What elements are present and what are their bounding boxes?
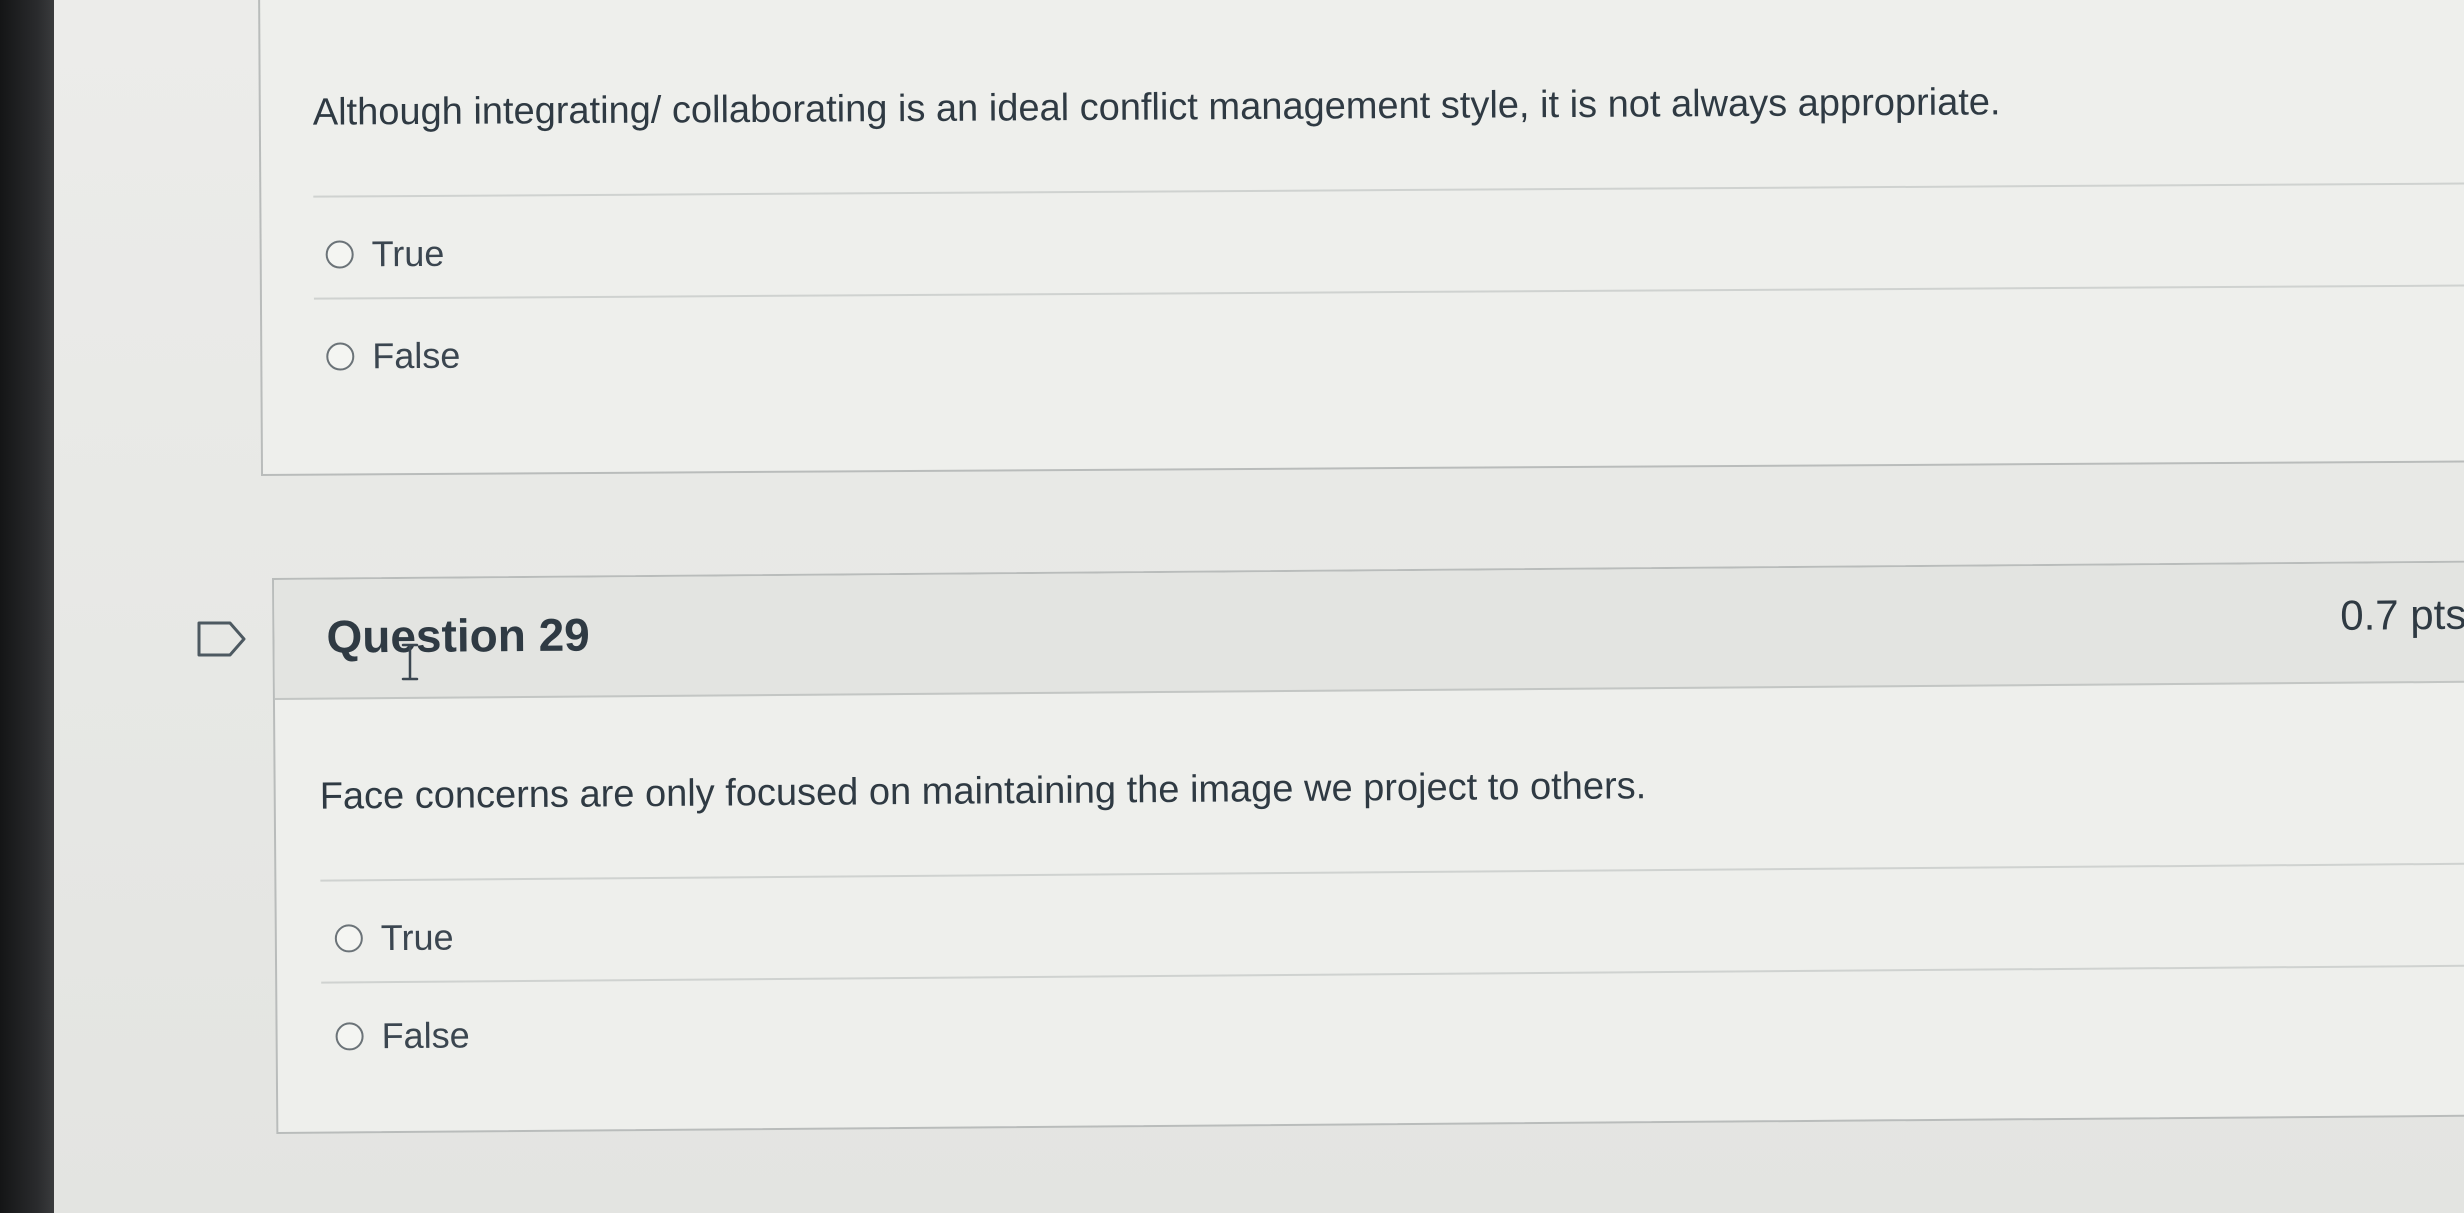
divider: [313, 182, 2464, 198]
question-header: Question 29 0.7 pts: [274, 562, 2464, 700]
answer-option-false[interactable]: False: [326, 335, 460, 378]
question-title: Question 29: [326, 608, 590, 663]
divider: [320, 862, 2464, 882]
divider: [313, 284, 2464, 300]
radio-button-icon[interactable]: [335, 1022, 364, 1051]
answer-label: False: [381, 1014, 470, 1057]
question-card-previous: Although integrating/ collaborating is a…: [258, 0, 2464, 476]
text-cursor-icon: [401, 643, 419, 681]
answer-option-true[interactable]: True: [334, 916, 454, 960]
question-text: Face concerns are only focused on mainta…: [319, 765, 1647, 818]
answer-label: True: [380, 916, 454, 959]
question-points: 0.7 pts: [2340, 590, 2464, 639]
radio-button-icon[interactable]: [326, 342, 355, 371]
radio-button-icon[interactable]: [334, 924, 363, 953]
divider: [321, 964, 2464, 984]
question-text: Although integrating/ collaborating is a…: [312, 81, 2001, 134]
answer-label: False: [372, 334, 461, 377]
flag-question-icon[interactable]: [196, 620, 248, 658]
question-card: Question 29 0.7 pts Face concerns are on…: [272, 560, 2464, 1134]
radio-button-icon[interactable]: [325, 240, 354, 269]
answer-label: True: [371, 232, 445, 275]
answer-option-true[interactable]: True: [325, 232, 445, 276]
quiz-screen: Although integrating/ collaborating is a…: [0, 0, 2464, 1213]
monitor-bezel: [0, 0, 54, 1213]
answer-option-false[interactable]: False: [335, 1014, 470, 1057]
